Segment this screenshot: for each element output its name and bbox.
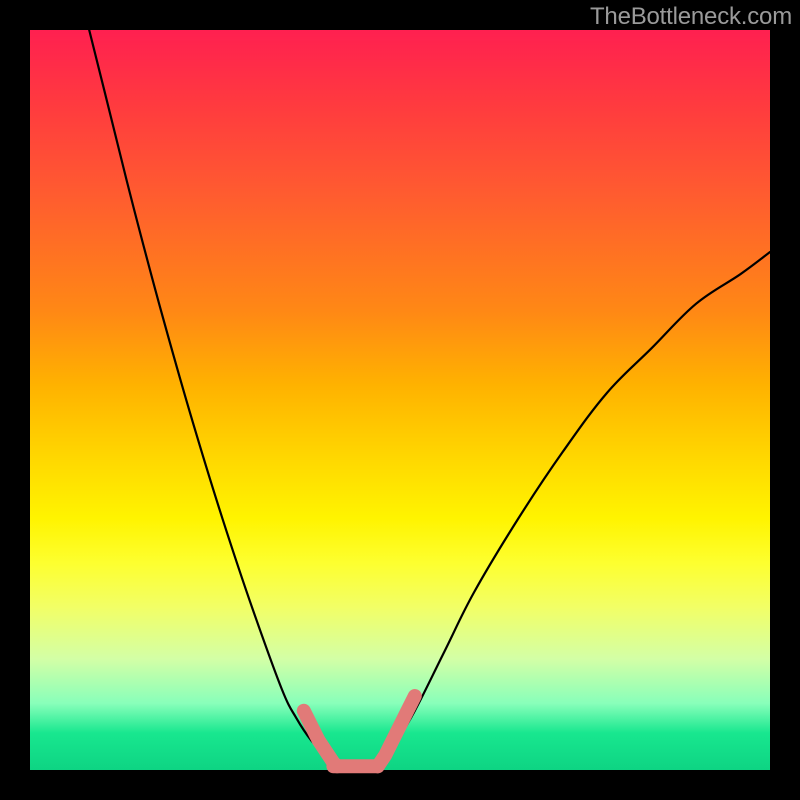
plot-area bbox=[30, 30, 770, 770]
chart-frame: TheBottleneck.com bbox=[0, 0, 800, 800]
watermark-text: TheBottleneck.com bbox=[590, 3, 792, 31]
